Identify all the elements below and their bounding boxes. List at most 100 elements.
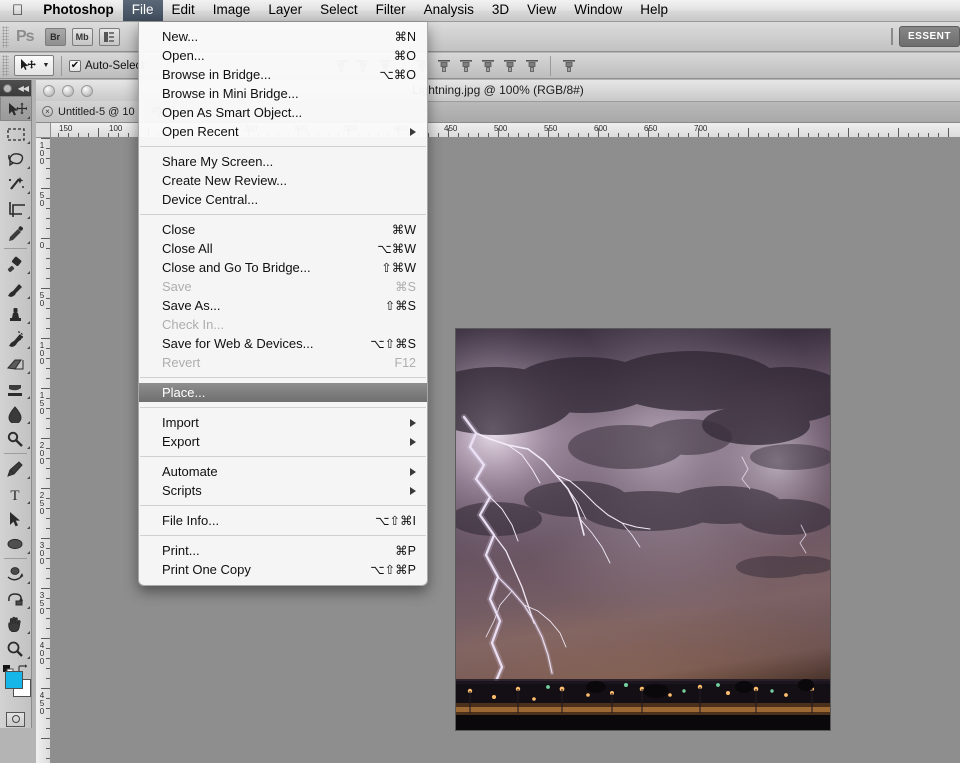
healing-brush-tool[interactable] <box>0 251 32 276</box>
dodge-tool[interactable] <box>0 426 32 451</box>
menu-item-device-central[interactable]: Device Central... <box>139 190 427 209</box>
options-separator <box>61 55 62 76</box>
menu-item-share-my-screen[interactable]: Share My Screen... <box>139 152 427 171</box>
marquee-tool[interactable] <box>0 121 32 146</box>
distribute-bottom-icon[interactable] <box>458 58 474 74</box>
ruler-tick <box>128 133 129 137</box>
3d-rotate-tool[interactable] <box>0 561 32 586</box>
ruler-tick <box>438 133 439 137</box>
auto-select-checkbox[interactable]: ✔ <box>69 59 81 72</box>
ruler-tick <box>46 708 50 709</box>
menu-item-open-recent[interactable]: Open Recent <box>139 122 427 141</box>
menu-select[interactable]: Select <box>311 0 367 21</box>
menu-item-new[interactable]: New... ⌘N <box>139 27 427 46</box>
menu-view[interactable]: View <box>518 0 565 21</box>
distribute-horizontal-centers-icon[interactable] <box>502 58 518 74</box>
menu-item-export[interactable]: Export <box>139 432 427 451</box>
ruler-label: 650 <box>644 124 658 133</box>
menu-item-open-as-smart-object[interactable]: Open As Smart Object... <box>139 103 427 122</box>
ruler-label: 400 <box>39 641 45 666</box>
menu-item-browse-in-mini-bridge[interactable]: Browse in Mini Bridge... <box>139 84 427 103</box>
menu-item-scripts[interactable]: Scripts <box>139 481 427 500</box>
magic-wand-tool[interactable] <box>0 171 32 196</box>
lasso-tool[interactable] <box>0 146 32 171</box>
blur-tool[interactable] <box>0 401 32 426</box>
appbar-grip[interactable] <box>2 25 9 48</box>
menu-item-file-info[interactable]: File Info... ⌥⇧⌘I <box>139 511 427 530</box>
ruler-label: 200 <box>39 441 45 466</box>
type-tool[interactable]: T <box>0 481 32 506</box>
ruler-tick <box>938 133 939 137</box>
3d-orbit-tool[interactable] <box>0 586 32 611</box>
clone-stamp-tool[interactable] <box>0 301 32 326</box>
mini-bridge-button[interactable]: Mb <box>71 27 93 46</box>
menu-item-browse-in-bridge[interactable]: Browse in Bridge... ⌥⌘O <box>139 65 427 84</box>
menu-edit[interactable]: Edit <box>163 0 204 21</box>
menu-item-import[interactable]: Import <box>139 413 427 432</box>
path-selection-tool[interactable] <box>0 506 32 531</box>
menu-item-print-one-copy[interactable]: Print One Copy ⌥⇧⌘P <box>139 560 427 579</box>
ruler-tick <box>46 658 50 659</box>
toolbox-header[interactable]: ◀◀ <box>0 80 31 96</box>
launch-bridge-button[interactable]: Br <box>44 27 66 46</box>
menu-item-place[interactable]: Place... <box>139 383 427 402</box>
foreground-color-swatch[interactable] <box>5 671 23 689</box>
ruler-tick <box>468 133 469 137</box>
ruler-tick <box>46 508 50 509</box>
view-extras-button[interactable] <box>98 27 120 46</box>
menu-item-save-for-web-devices[interactable]: Save for Web & Devices... ⌥⇧⌘S <box>139 334 427 353</box>
eraser-tool[interactable] <box>0 351 32 376</box>
brush-tool[interactable] <box>0 276 32 301</box>
menu-item-save-as[interactable]: Save As... ⇧⌘S <box>139 296 427 315</box>
menu-item-automate[interactable]: Automate <box>139 462 427 481</box>
menu-item-shortcut: F12 <box>394 355 416 370</box>
menu-window[interactable]: Window <box>565 0 631 21</box>
menu-item-open[interactable]: Open... ⌘O <box>139 46 427 65</box>
toolbox-expand-chevron-icon[interactable]: ◀◀ <box>18 84 29 93</box>
ruler-tick <box>858 133 859 137</box>
menu-item-print[interactable]: Print... ⌘P <box>139 541 427 560</box>
distribute-right-icon[interactable] <box>524 58 540 74</box>
ruler-tick <box>488 133 489 137</box>
close-tab-icon[interactable]: × <box>42 106 53 117</box>
eyedropper-tool[interactable] <box>0 221 32 246</box>
menu-item-close-all[interactable]: Close All ⌥⌘W <box>139 239 427 258</box>
ruler-tick <box>608 133 609 137</box>
menu-image[interactable]: Image <box>204 0 260 21</box>
pen-tool[interactable] <box>0 456 32 481</box>
menu-item-close-and-go-to-bridge[interactable]: Close and Go To Bridge... ⇧⌘W <box>139 258 427 277</box>
menu-layer[interactable]: Layer <box>259 0 311 21</box>
tool-preset-picker[interactable]: ▼ <box>14 55 54 76</box>
menu-analysis[interactable]: Analysis <box>415 0 483 21</box>
gradient-tool[interactable] <box>0 376 32 401</box>
distribute-vertical-centers-icon[interactable] <box>436 58 452 74</box>
shape-tool[interactable] <box>0 531 32 556</box>
move-tool[interactable] <box>0 96 32 121</box>
menu-file[interactable]: File <box>122 0 163 21</box>
history-brush-tool[interactable] <box>0 326 32 351</box>
auto-select-group[interactable]: ✔ Auto-Select: <box>69 59 148 72</box>
quick-mask-toggle[interactable] <box>0 707 31 731</box>
zoom-tool[interactable] <box>0 636 32 661</box>
ruler-tick <box>46 378 50 379</box>
workspace-grip[interactable] <box>890 27 893 45</box>
menu-3d[interactable]: 3D <box>483 0 518 21</box>
ruler-label: 500 <box>494 124 508 133</box>
auto-align-layers-icon[interactable] <box>561 58 577 74</box>
document-tab[interactable]: × Untitled-5 @ 10 <box>36 101 146 122</box>
ruler-origin-corner[interactable] <box>36 123 51 138</box>
ruler-tick <box>46 298 50 299</box>
hand-tool[interactable] <box>0 611 32 636</box>
distribute-left-icon[interactable] <box>480 58 496 74</box>
menu-filter[interactable]: Filter <box>367 0 415 21</box>
menu-item-create-new-review[interactable]: Create New Review... <box>139 171 427 190</box>
optionsbar-grip[interactable] <box>2 54 9 77</box>
menu-item-close[interactable]: Close ⌘W <box>139 220 427 239</box>
crop-tool[interactable] <box>0 196 32 221</box>
menu-help[interactable]: Help <box>631 0 677 21</box>
toolbox-collapse-dot-icon[interactable] <box>3 83 12 93</box>
menu-item-shortcut: ⌥⌘O <box>379 68 416 82</box>
image-canvas[interactable] <box>456 329 830 730</box>
apple-icon[interactable]:  <box>0 3 34 18</box>
workspace-essentials-button[interactable]: ESSENT <box>898 25 960 47</box>
